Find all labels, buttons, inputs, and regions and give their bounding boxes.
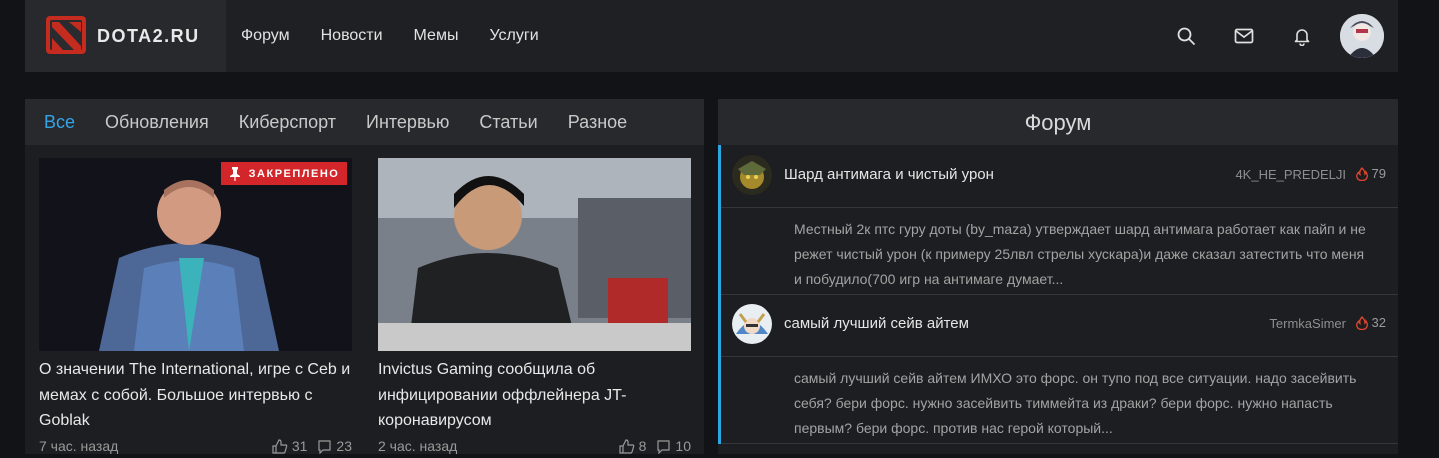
nav-item-news[interactable]: Новости bbox=[321, 0, 383, 72]
news-card-meta: 2 час. назад 8 10 bbox=[378, 438, 691, 458]
forum-topic[interactable]: Шард антимага и чистый урон 4K_HE_PREDEL… bbox=[718, 145, 1398, 295]
news-card-title[interactable]: О значении The International, игре с Ceb… bbox=[39, 357, 352, 434]
avatar-image bbox=[1340, 14, 1384, 58]
news-card[interactable]: Invictus Gaming сообщила об инфицировани… bbox=[378, 158, 691, 434]
topic-preview-text: самый лучший сейв айтем ИМХО это форс. о… bbox=[794, 370, 1357, 436]
pin-icon bbox=[229, 166, 240, 181]
like-count: 8 bbox=[638, 438, 647, 454]
nav-item-forum[interactable]: Форум bbox=[241, 0, 290, 72]
like-icon[interactable] bbox=[619, 438, 635, 454]
mail-icon[interactable] bbox=[1234, 26, 1254, 46]
fire-icon bbox=[1355, 166, 1368, 181]
comment-icon[interactable] bbox=[656, 439, 671, 454]
topic-count-value: 79 bbox=[1371, 166, 1386, 181]
comment-count: 10 bbox=[675, 438, 691, 454]
topic-preview-text: Местный 2к птс гуру доты (by_maza) утвер… bbox=[794, 221, 1366, 287]
news-stats: 31 23 bbox=[272, 438, 352, 454]
site-logo[interactable]: DOTA2.RU bbox=[25, 0, 226, 72]
topic-author[interactable]: TermkaSimer bbox=[1269, 316, 1346, 331]
nav-item-memes[interactable]: Мемы bbox=[414, 0, 459, 72]
logo-text: DOTA2.RU bbox=[97, 26, 200, 46]
pinned-badge: ЗАКРЕПЛЕНО bbox=[221, 162, 347, 185]
topic-avatar-image bbox=[732, 304, 772, 344]
news-panel: Все Обновления Киберспорт Интервью Стать… bbox=[25, 99, 704, 454]
site-header: DOTA2.RU Форум Новости Мемы Услуги bbox=[25, 0, 1398, 72]
news-time: 2 час. назад bbox=[378, 438, 458, 454]
news-card-image[interactable]: ЗАКРЕПЛЕНО bbox=[39, 158, 352, 351]
like-icon[interactable] bbox=[272, 438, 288, 454]
topic-count-value: 32 bbox=[1371, 315, 1386, 330]
topic-hot-count: 79 bbox=[1355, 166, 1386, 181]
tab-all[interactable]: Все bbox=[44, 99, 75, 145]
forum-topic-header[interactable]: Шард антимага и чистый урон 4K_HE_PREDEL… bbox=[721, 145, 1398, 208]
forum-panel: Форум Шард антимага и чистый урон 4K_HE_… bbox=[718, 99, 1398, 454]
interview-photo bbox=[39, 158, 352, 351]
topic-preview[interactable]: самый лучший сейв айтем ИМХО это форс. о… bbox=[721, 357, 1398, 444]
tab-articles[interactable]: Статьи bbox=[479, 99, 537, 145]
topic-title[interactable]: самый лучший сейв айтем bbox=[784, 315, 969, 332]
topic-author[interactable]: 4K_HE_PREDELJI bbox=[1235, 167, 1346, 182]
news-tabs: Все Обновления Киберспорт Интервью Стать… bbox=[25, 99, 704, 145]
forum-topic-header[interactable]: самый лучший сейв айтем TermkaSimer 32 bbox=[721, 294, 1398, 357]
topic-avatar bbox=[732, 155, 772, 195]
fire-icon bbox=[1355, 315, 1368, 330]
nav-item-services[interactable]: Услуги bbox=[489, 0, 538, 72]
forum-topic[interactable]: самый лучший сейв айтем TermkaSimer 32 с… bbox=[718, 294, 1398, 444]
comment-icon[interactable] bbox=[317, 439, 332, 454]
tab-misc[interactable]: Разное bbox=[568, 99, 627, 145]
topic-preview[interactable]: Местный 2к птс гуру доты (by_maza) утвер… bbox=[721, 208, 1398, 295]
topic-avatar-image bbox=[732, 155, 772, 195]
news-card[interactable]: ЗАКРЕПЛЕНО О значении The International,… bbox=[39, 158, 352, 434]
pinned-label: ЗАКРЕПЛЕНО bbox=[248, 167, 340, 180]
dota-logo-icon bbox=[46, 16, 86, 54]
news-photo bbox=[378, 158, 691, 351]
news-card-title[interactable]: Invictus Gaming сообщила об инфицировани… bbox=[378, 357, 691, 434]
comment-count: 23 bbox=[336, 438, 352, 454]
tab-interviews[interactable]: Интервью bbox=[366, 99, 449, 145]
news-card-meta: 7 час. назад 31 23 bbox=[39, 438, 352, 458]
news-card-image[interactable] bbox=[378, 158, 691, 351]
like-count: 31 bbox=[291, 438, 308, 454]
topic-avatar bbox=[732, 304, 772, 344]
user-avatar[interactable] bbox=[1340, 14, 1384, 58]
search-icon[interactable] bbox=[1176, 26, 1196, 46]
news-time: 7 час. назад bbox=[39, 438, 119, 454]
topic-hot-count: 32 bbox=[1355, 315, 1386, 330]
main-nav: Форум Новости Мемы Услуги bbox=[241, 0, 570, 72]
topic-title[interactable]: Шард антимага и чистый урон bbox=[784, 166, 994, 183]
tab-esports[interactable]: Киберспорт bbox=[239, 99, 336, 145]
news-stats: 8 10 bbox=[619, 438, 691, 454]
bell-icon[interactable] bbox=[1292, 26, 1312, 46]
forum-title[interactable]: Форум bbox=[718, 99, 1398, 145]
tab-updates[interactable]: Обновления bbox=[105, 99, 209, 145]
